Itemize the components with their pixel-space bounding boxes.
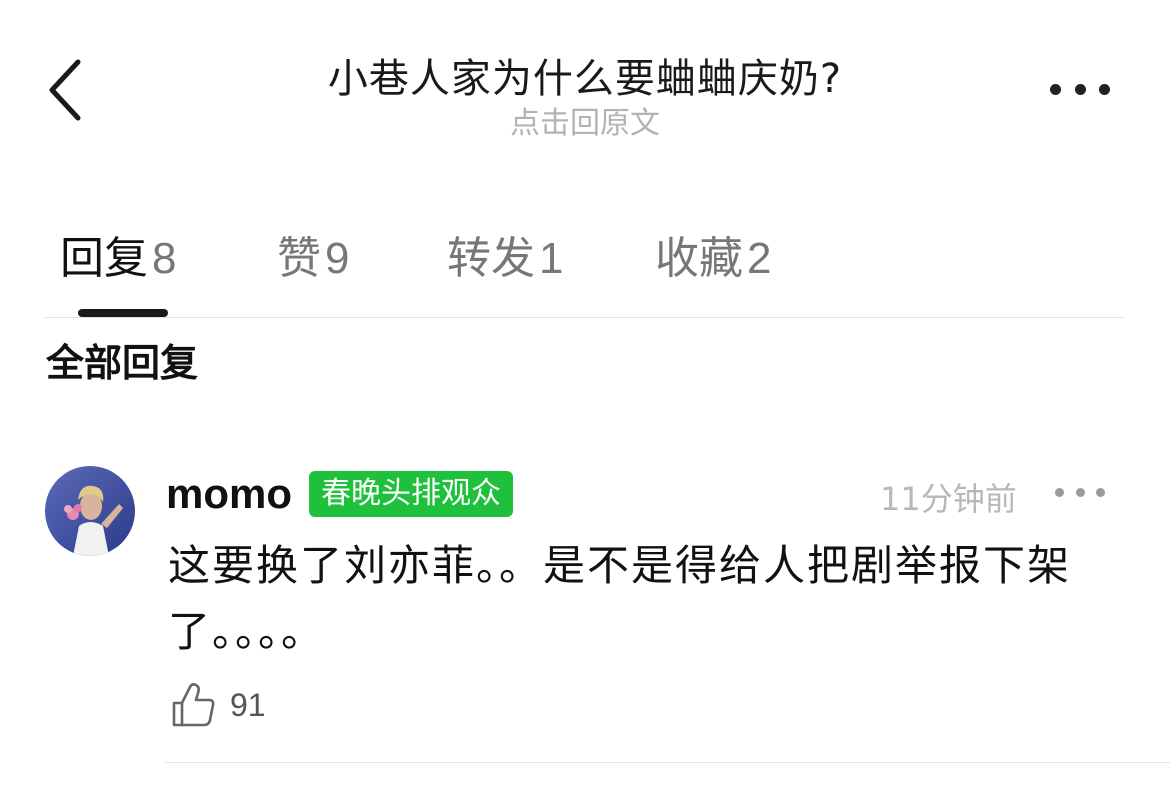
thumbs-up-icon (172, 683, 215, 727)
tab-count: 8 (152, 234, 177, 283)
tabs-divider (45, 317, 1125, 318)
page-title: 小巷人家为什么要蛐蛐庆奶? (327, 56, 843, 102)
avatar-image (45, 466, 135, 556)
tab-count: 9 (325, 234, 350, 283)
tab-label: 赞 (277, 233, 321, 284)
section-title: 全部回复 (46, 341, 199, 385)
more-icon-dot (1099, 83, 1110, 95)
tab-label: 转发 (447, 233, 535, 284)
comment-timestamp: 11分钟前 (880, 480, 1017, 518)
more-icon-dot (1074, 83, 1086, 95)
comment-more-button[interactable] (1055, 484, 1105, 500)
more-options-button[interactable] (1040, 74, 1120, 104)
tab-favorites[interactable]: 收藏 2 (655, 222, 771, 286)
tab-label: 回复 (60, 233, 148, 284)
active-tab-indicator (78, 309, 168, 317)
back-to-original-link[interactable]: 点击回原文 (0, 98, 1170, 142)
tab-reposts[interactable]: 转发 1 (447, 222, 563, 286)
avatar[interactable] (45, 466, 135, 556)
tab-label: 收藏 (655, 233, 743, 284)
tab-likes[interactable]: 赞9 (277, 222, 349, 286)
more-icon-dot (1096, 487, 1105, 497)
user-badge: 春晚头排观众 (309, 471, 513, 517)
tab-count: 2 (747, 234, 772, 283)
comment-divider (165, 762, 1170, 763)
like-count: 91 (230, 686, 266, 723)
more-icon (1050, 83, 1061, 95)
like-button[interactable]: 91 (170, 680, 266, 730)
tab-replies[interactable]: 回复 8 (60, 222, 176, 286)
comment-text: 这要换了刘亦菲。。是不是得给人把剧举报下架了。。。。 (168, 541, 1072, 656)
comment-username[interactable]: momo (166, 470, 292, 518)
more-icon-dot (1075, 487, 1085, 497)
tab-count: 1 (539, 234, 564, 283)
more-icon (1055, 487, 1064, 497)
